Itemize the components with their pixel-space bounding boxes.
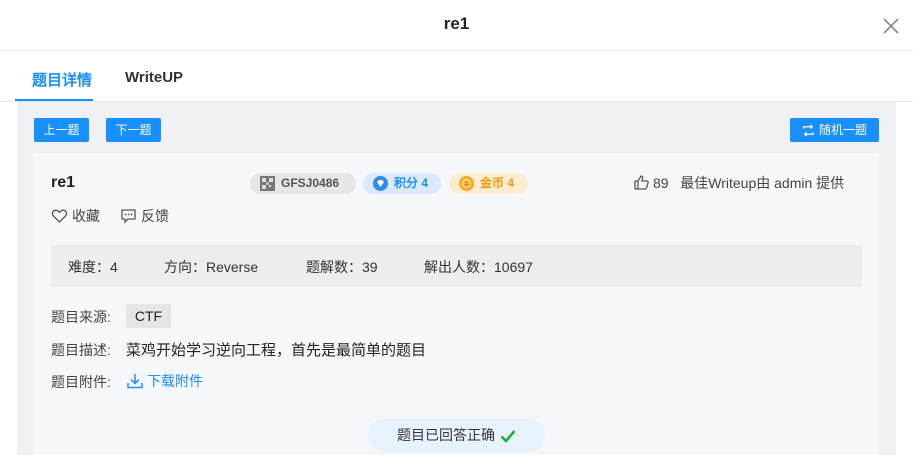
stats-bar: 难度：4 方向：Reverse 题解数：39 解出人数：10697 [51, 245, 862, 287]
attachment-label: 题目附件: [51, 374, 111, 390]
description-text: 菜鸡开始学习逆向工程，首先是最简单的题目 [126, 342, 427, 359]
close-icon[interactable] [880, 15, 902, 37]
modal-header: re1 [0, 0, 913, 51]
likes-count: 89 [653, 175, 669, 191]
download-link[interactable]: 下载附件 [126, 371, 203, 391]
prev-button[interactable]: 上一题 [34, 118, 89, 142]
feedback-button[interactable]: 反馈 [120, 206, 169, 226]
writeup-credit: 最佳Writeup由 admin 提供 [680, 175, 845, 191]
solved-status: 题目已回答正确 [368, 419, 545, 452]
score-label: 积分 4 [394, 176, 429, 190]
coin-icon [459, 176, 474, 191]
tab-details[interactable]: 题目详情 [32, 69, 92, 90]
stat-solvers: 解出人数：10697 [424, 259, 533, 275]
stat-solves: 题解数：39 [306, 259, 378, 275]
source-label: 题目来源: [51, 309, 111, 325]
tab-active-indicator [15, 99, 93, 101]
diamond-icon [373, 176, 388, 191]
check-icon [500, 430, 516, 443]
modal-title: re1 [443, 14, 470, 33]
feedback-icon [121, 209, 136, 224]
task-id-label: GFSJ0486 [281, 176, 340, 190]
random-button[interactable]: 随机一题 [790, 118, 879, 142]
coin-tag: 金币 4 [449, 173, 528, 194]
favorite-button[interactable]: 收藏 [51, 206, 100, 226]
qr-icon [260, 176, 275, 191]
source-chip: CTF [126, 304, 171, 328]
thumbs-up-icon[interactable] [633, 174, 650, 191]
tab-writeup[interactable]: WriteUP [125, 69, 183, 86]
heart-icon [51, 209, 68, 223]
solved-status-label: 题目已回答正确 [397, 427, 495, 443]
next-button[interactable]: 下一题 [106, 118, 161, 142]
random-button-label: 随机一题 [818, 123, 867, 137]
stat-direction: 方向：Reverse [164, 259, 259, 275]
stat-difficulty: 难度：4 [68, 259, 118, 275]
task-name: re1 [51, 174, 76, 191]
shuffle-icon [803, 124, 814, 137]
task-id-tag: GFSJ0486 [250, 173, 356, 194]
score-tag: 积分 4 [363, 173, 441, 194]
description-label: 题目描述: [51, 342, 111, 358]
download-icon [127, 374, 143, 389]
likes-info: 89 最佳Writeup由 admin 提供 [633, 173, 844, 193]
coin-label: 金币 4 [480, 176, 515, 190]
tab-bar: 题目详情 WriteUP [0, 51, 913, 102]
favorite-label: 收藏 [72, 208, 100, 224]
feedback-label: 反馈 [141, 208, 169, 224]
download-label: 下载附件 [147, 373, 203, 389]
